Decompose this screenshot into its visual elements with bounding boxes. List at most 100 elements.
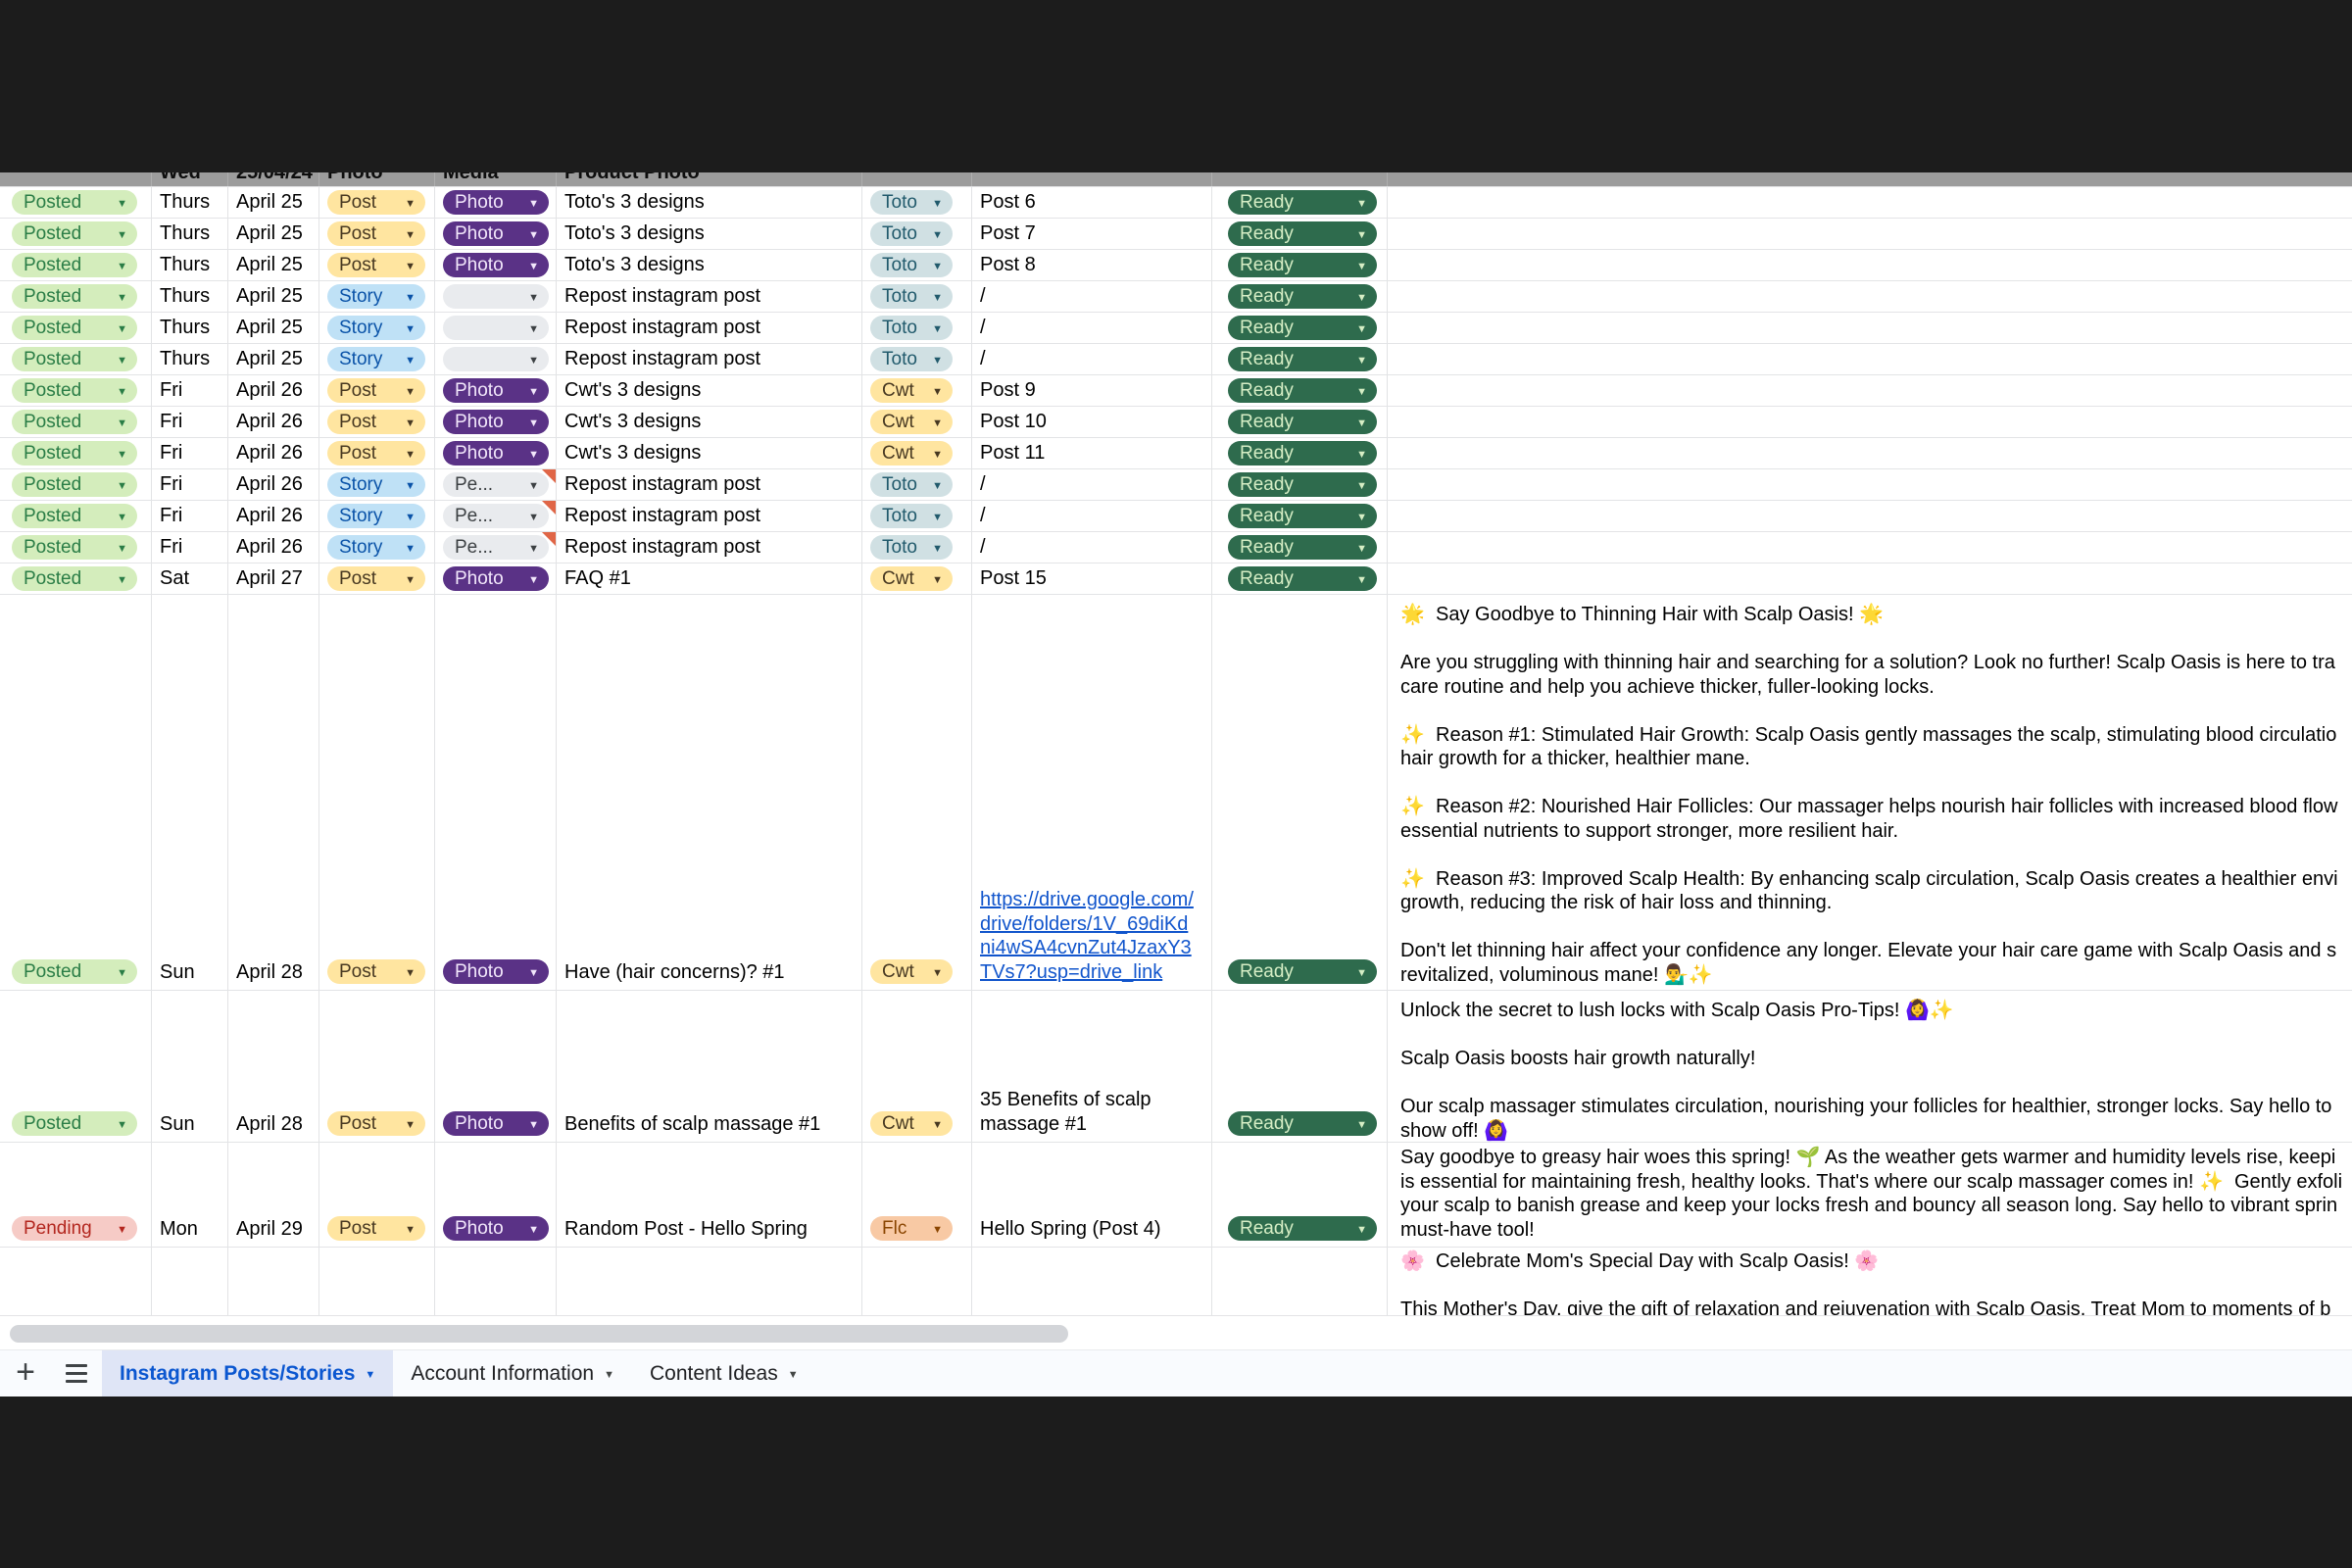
date-cell[interactable] xyxy=(228,1248,319,1316)
media-chip[interactable]: Photo▼ xyxy=(443,566,549,591)
ready-chip[interactable]: Ready▼ xyxy=(1228,347,1377,371)
media-chip[interactable]: Photo▼ xyxy=(443,221,549,246)
day-cell[interactable] xyxy=(152,1248,228,1316)
caption-cell[interactable] xyxy=(1388,187,2352,219)
all-sheets-button[interactable] xyxy=(51,1350,102,1396)
post-cell[interactable]: Post 11 xyxy=(972,438,1212,469)
status-chip[interactable]: Posted▼ xyxy=(12,535,137,560)
date-cell[interactable]: April 25 xyxy=(228,313,319,344)
ready-chip[interactable]: Ready▼ xyxy=(1228,190,1377,215)
caption-cell[interactable] xyxy=(1388,501,2352,532)
date-cell[interactable]: April 28 xyxy=(228,991,319,1143)
description-cell[interactable]: Cwt's 3 designs xyxy=(557,407,862,438)
description-cell[interactable]: Random Post - Hello Spring xyxy=(557,1143,862,1248)
media-chip[interactable]: Photo▼ xyxy=(443,1111,549,1136)
caption-cell[interactable] xyxy=(1388,250,2352,281)
media-chip[interactable]: Photo▼ xyxy=(443,959,549,984)
day-cell[interactable]: Thurs xyxy=(152,219,228,250)
date-cell[interactable]: April 25 xyxy=(228,219,319,250)
date-cell[interactable]: April 26 xyxy=(228,438,319,469)
description-cell[interactable]: Repost instagram post xyxy=(557,344,862,375)
person-chip[interactable]: Toto▼ xyxy=(870,535,953,560)
date-cell[interactable]: April 26 xyxy=(228,501,319,532)
description-cell[interactable]: Cwt's 3 designs xyxy=(557,375,862,407)
media-chip[interactable]: ▼ xyxy=(443,316,549,340)
type-chip[interactable]: Story▼ xyxy=(327,535,425,560)
day-cell[interactable]: Sun xyxy=(152,595,228,991)
type-chip[interactable]: Story▼ xyxy=(327,284,425,309)
ready-chip[interactable]: Ready▼ xyxy=(1228,253,1377,277)
media-cell[interactable] xyxy=(435,1248,557,1316)
ready-chip[interactable]: Ready▼ xyxy=(1228,221,1377,246)
day-cell[interactable]: Fri xyxy=(152,532,228,564)
description-cell[interactable]: Repost instagram post xyxy=(557,532,862,564)
day-cell[interactable]: Fri xyxy=(152,438,228,469)
caption-cell[interactable] xyxy=(1388,375,2352,407)
post-cell[interactable]: Post 6 xyxy=(972,187,1212,219)
description-cell[interactable]: Toto's 3 designs xyxy=(557,250,862,281)
day-cell[interactable]: Thurs xyxy=(152,250,228,281)
ready-chip[interactable]: Ready▼ xyxy=(1228,316,1377,340)
day-cell[interactable]: Thurs xyxy=(152,281,228,313)
day-cell[interactable]: Thurs xyxy=(152,187,228,219)
type-chip[interactable]: Post▼ xyxy=(327,1111,425,1136)
ready-chip[interactable]: Ready▼ xyxy=(1228,410,1377,434)
person-chip[interactable]: Toto▼ xyxy=(870,253,953,277)
person-chip[interactable]: Toto▼ xyxy=(870,347,953,371)
media-chip[interactable]: ▼ xyxy=(443,284,549,309)
date-cell[interactable]: April 26 xyxy=(228,469,319,501)
post-cell[interactable]: Post 9 xyxy=(972,375,1212,407)
caption-cell[interactable] xyxy=(1388,344,2352,375)
person-cell[interactable] xyxy=(862,1248,972,1316)
person-chip[interactable]: Toto▼ xyxy=(870,504,953,528)
day-cell[interactable]: Mon xyxy=(152,1143,228,1248)
person-chip[interactable]: Cwt▼ xyxy=(870,1111,953,1136)
description-cell[interactable]: Repost instagram post xyxy=(557,313,862,344)
date-cell[interactable]: April 28 xyxy=(228,595,319,991)
type-chip[interactable]: Story▼ xyxy=(327,472,425,497)
status-chip[interactable]: Posted▼ xyxy=(12,316,137,340)
caption-cell[interactable] xyxy=(1388,438,2352,469)
media-chip[interactable]: ▼ xyxy=(443,347,549,371)
ready-chip[interactable]: Ready▼ xyxy=(1228,378,1377,403)
description-cell[interactable]: Repost instagram post xyxy=(557,281,862,313)
caption-cell[interactable] xyxy=(1388,407,2352,438)
date-cell[interactable]: April 26 xyxy=(228,375,319,407)
tab-content-ideas[interactable]: Content Ideas▼ xyxy=(632,1350,816,1396)
status-chip[interactable]: Posted▼ xyxy=(12,1111,137,1136)
ready-chip[interactable]: Ready▼ xyxy=(1228,441,1377,466)
status-chip[interactable]: Posted▼ xyxy=(12,221,137,246)
post-cell[interactable]: / xyxy=(972,281,1212,313)
type-cell[interactable] xyxy=(319,1248,435,1316)
post-cell[interactable]: / xyxy=(972,313,1212,344)
caption-cell[interactable]: Unlock the secret to lush locks with Sca… xyxy=(1388,991,2352,1143)
day-cell[interactable]: Fri xyxy=(152,407,228,438)
post-cell[interactable]: Hello Spring (Post 4) xyxy=(972,1143,1212,1248)
caption-cell[interactable]: Say goodbye to greasy hair woes this spr… xyxy=(1388,1143,2352,1248)
type-chip[interactable]: Post▼ xyxy=(327,1216,425,1241)
post-cell[interactable]: Post 8 xyxy=(972,250,1212,281)
type-chip[interactable]: Post▼ xyxy=(327,566,425,591)
description-cell[interactable]: Toto's 3 designs xyxy=(557,219,862,250)
status-cell[interactable] xyxy=(0,1248,152,1316)
post-cell[interactable]: 35 Benefits of scalp massage #1 xyxy=(972,991,1212,1143)
day-cell[interactable]: Thurs xyxy=(152,313,228,344)
type-chip[interactable]: Post▼ xyxy=(327,410,425,434)
type-chip[interactable]: Post▼ xyxy=(327,221,425,246)
status-chip[interactable]: Posted▼ xyxy=(12,347,137,371)
add-sheet-button[interactable]: + xyxy=(0,1350,51,1396)
type-chip[interactable]: Post▼ xyxy=(327,253,425,277)
day-cell[interactable]: Fri xyxy=(152,501,228,532)
ready-cell[interactable] xyxy=(1212,1248,1388,1316)
date-cell[interactable]: April 26 xyxy=(228,532,319,564)
status-chip[interactable]: Posted▼ xyxy=(12,190,137,215)
type-chip[interactable]: Post▼ xyxy=(327,190,425,215)
day-cell[interactable]: Sun xyxy=(152,991,228,1143)
post-cell[interactable] xyxy=(972,1248,1212,1316)
status-chip[interactable]: Posted▼ xyxy=(12,441,137,466)
drive-link[interactable]: https://drive.google.com/ drive/folders/… xyxy=(980,888,1194,984)
post-cell[interactable]: / xyxy=(972,344,1212,375)
day-cell[interactable]: Fri xyxy=(152,375,228,407)
date-cell[interactable]: April 25 xyxy=(228,250,319,281)
post-cell[interactable]: Post 7 xyxy=(972,219,1212,250)
